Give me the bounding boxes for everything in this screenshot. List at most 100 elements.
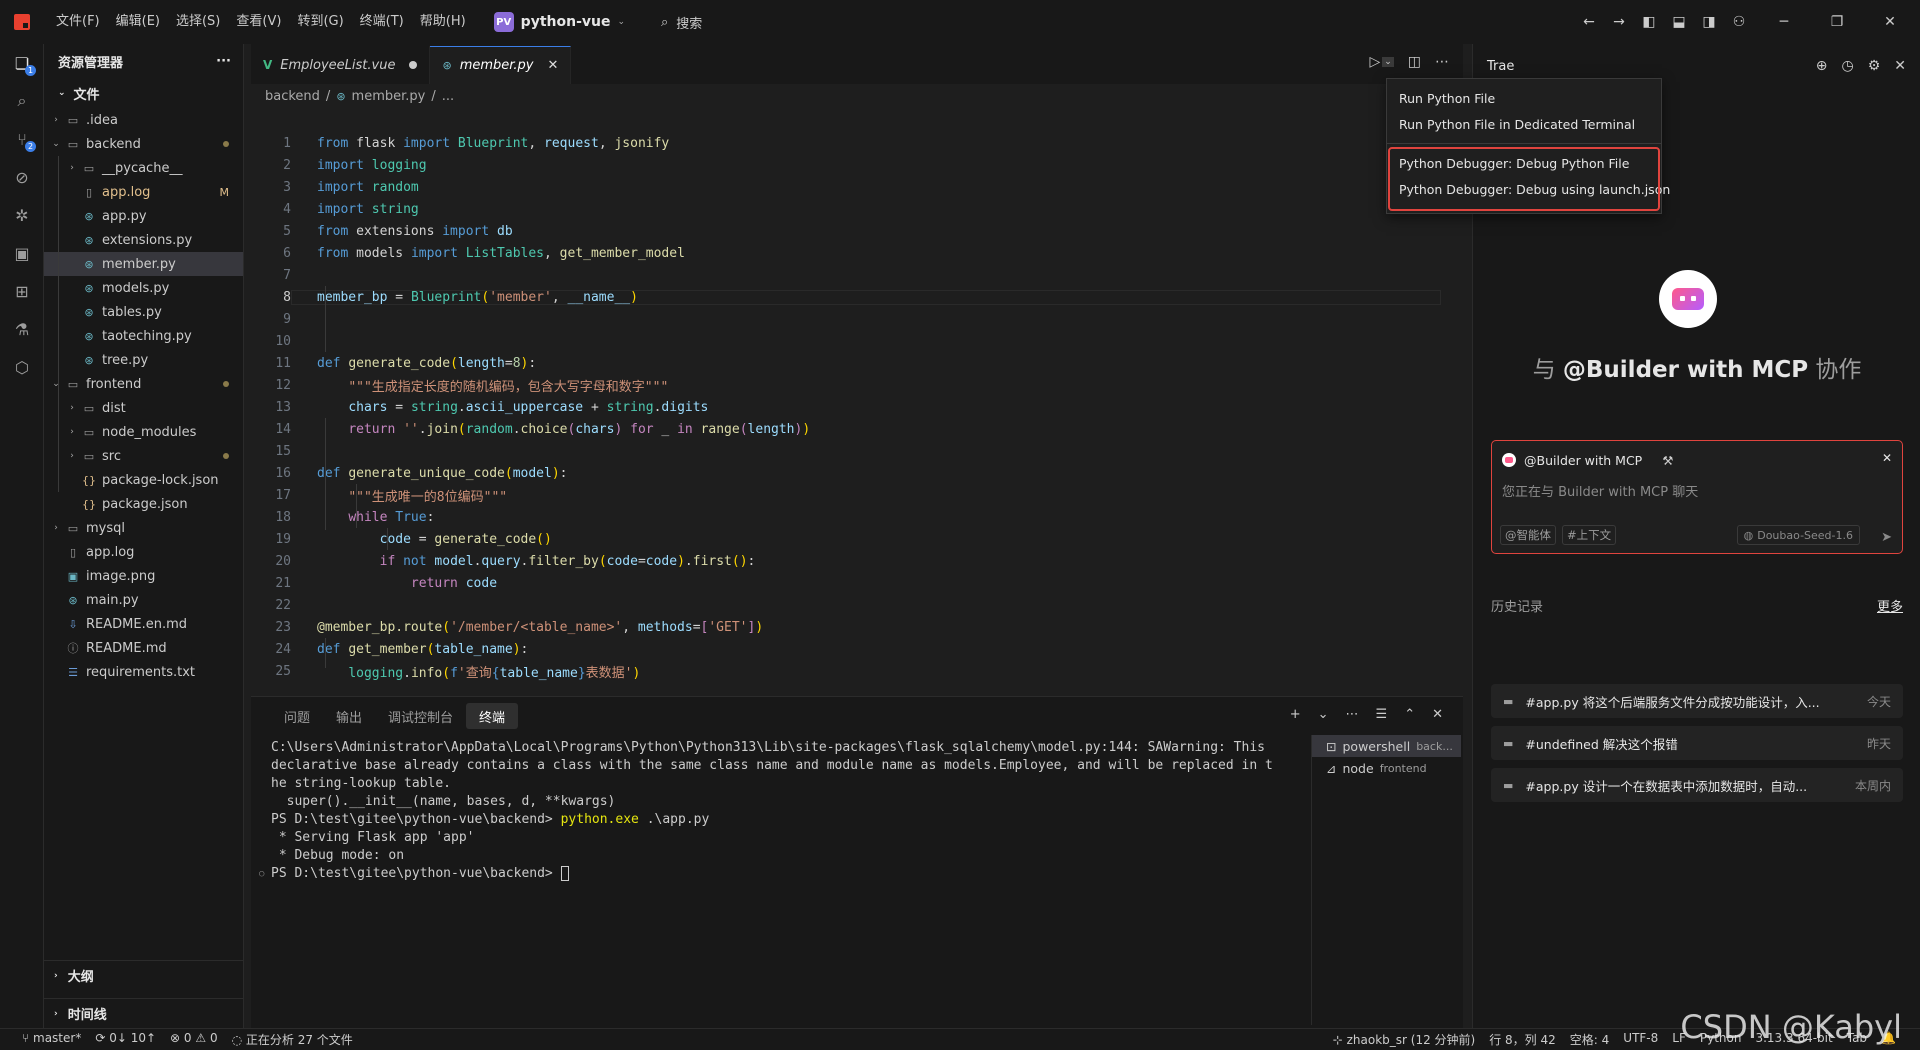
tree-item[interactable]: {} package-lock.json bbox=[44, 468, 243, 492]
code-line[interactable]: 18 while True: bbox=[251, 506, 1463, 528]
menu-item[interactable]: 查看(V) bbox=[228, 0, 289, 44]
history-item[interactable]: ▬ #undefined 解决这个报错 昨天 bbox=[1491, 726, 1903, 760]
code-line[interactable]: 3 import random bbox=[251, 176, 1463, 198]
more-actions-icon[interactable]: ⋯ bbox=[1435, 54, 1449, 70]
close-icon[interactable]: ✕ bbox=[1894, 58, 1906, 74]
command-search[interactable]: ⌕ 搜索 bbox=[661, 13, 702, 32]
tree-item[interactable]: › ▭ dist bbox=[44, 396, 243, 420]
close-tab-icon[interactable]: ✕ bbox=[548, 58, 559, 73]
settings-icon[interactable]: ⚙ bbox=[1868, 58, 1881, 74]
code-line[interactable]: 14 return ''.join(random.choice(chars) f… bbox=[251, 418, 1463, 440]
context-button[interactable]: #上下文 bbox=[1562, 525, 1617, 545]
source-control-icon[interactable]: ⑂ 2 bbox=[0, 120, 44, 158]
menu-item[interactable]: 编辑(E) bbox=[108, 0, 168, 44]
menu-item[interactable]: 文件(F) bbox=[48, 0, 108, 44]
tree-item[interactable]: ⓘ README.md bbox=[44, 636, 243, 660]
tree-item[interactable]: ⊛ tables.py bbox=[44, 300, 243, 324]
tree-item[interactable]: › ▭ src bbox=[44, 444, 243, 468]
run-python-button[interactable]: ▷ ⌄ bbox=[1369, 54, 1394, 70]
tree-item[interactable]: ⊛ app.py bbox=[44, 204, 243, 228]
tree-item[interactable]: ⊛ extensions.py bbox=[44, 228, 243, 252]
database-icon[interactable]: ⬡ bbox=[0, 348, 44, 386]
tree-item[interactable]: ▯ app.log M bbox=[44, 180, 243, 204]
toggle-sidebar-icon[interactable]: ◧ bbox=[1634, 14, 1664, 30]
workspace-section[interactable]: ⌄ 文件 bbox=[44, 78, 243, 108]
code-line[interactable]: 11 def generate_code(length=8): bbox=[251, 352, 1463, 374]
agent-button[interactable]: @智能体 bbox=[1500, 525, 1556, 545]
tree-item[interactable]: ⊛ member.py bbox=[44, 252, 243, 276]
tree-item[interactable]: › ▭ mysql bbox=[44, 516, 243, 540]
code-line[interactable]: 6 from models import ListTables, get_memb… bbox=[251, 242, 1463, 264]
extensions-icon[interactable]: ⊞ bbox=[0, 272, 44, 310]
restore-button[interactable]: ❐ bbox=[1814, 14, 1860, 30]
maximize-panel-icon[interactable]: ⌃ bbox=[1404, 707, 1415, 722]
code-line[interactable]: 21 return code bbox=[251, 572, 1463, 594]
explorer-icon[interactable]: ❏ 1 bbox=[0, 44, 44, 82]
more-icon[interactable]: ⋯ bbox=[1346, 707, 1359, 722]
forward-icon[interactable]: → bbox=[1604, 14, 1634, 30]
code-line[interactable]: 10 bbox=[251, 330, 1463, 352]
code-line[interactable]: 4 import string bbox=[251, 198, 1463, 220]
code-line[interactable]: 19 code = generate_code() bbox=[251, 528, 1463, 550]
minimize-button[interactable]: ─ bbox=[1754, 14, 1814, 30]
terminal-output[interactable]: C:\Users\Administrator\AppData\Local\Pro… bbox=[259, 739, 1311, 883]
agent-chip[interactable]: @Builder with MCP ⚒ bbox=[1502, 449, 1673, 471]
problems-status[interactable]: ⊗ 0 ⚠ 0 bbox=[170, 1031, 218, 1048]
close-window-button[interactable]: ✕ bbox=[1860, 14, 1920, 30]
code-editor[interactable]: 1 from flask import Blueprint, request, j… bbox=[251, 132, 1463, 684]
tree-item[interactable]: {} package.json bbox=[44, 492, 243, 516]
project-switcher[interactable]: PV python-vue ⌄ bbox=[493, 12, 625, 32]
code-line[interactable]: 8 member_bp = Blueprint('member', __name_… bbox=[251, 286, 1463, 308]
breadcrumb-file[interactable]: member.py bbox=[352, 89, 426, 104]
breadcrumb-symbol[interactable]: ... bbox=[442, 89, 454, 104]
remote-icon[interactable]: ⊘ bbox=[0, 158, 44, 196]
menu-item-run-dedicated-terminal[interactable]: Run Python File in Dedicated Terminal bbox=[1387, 111, 1661, 137]
code-line[interactable]: 26 if not ListTables.query.filter_by(tab… bbox=[251, 682, 1463, 684]
debug-icon[interactable]: ✲ bbox=[0, 196, 44, 234]
new-chat-icon[interactable]: ⊕ bbox=[1816, 58, 1828, 74]
encoding-status[interactable]: UTF-8 bbox=[1623, 1031, 1658, 1048]
tab-member-py[interactable]: ⊛ member.py ✕ bbox=[430, 46, 572, 84]
new-terminal-icon[interactable]: + bbox=[1290, 707, 1301, 722]
terminal-item-node[interactable]: ⊿ node frontend bbox=[1312, 757, 1461, 779]
code-line[interactable]: 16 def generate_unique_code(model): bbox=[251, 462, 1463, 484]
menu-item-run-python-file[interactable]: Run Python File bbox=[1387, 85, 1661, 111]
tree-item[interactable]: ⇩ README.en.md bbox=[44, 612, 243, 636]
send-icon[interactable]: ➤ bbox=[1881, 530, 1892, 545]
toggle-panel-icon[interactable]: ⬓ bbox=[1664, 14, 1694, 30]
mcp-tools-icon[interactable]: ⚒ bbox=[1662, 453, 1673, 468]
remote-explorer-icon[interactable]: ▣ bbox=[0, 234, 44, 272]
tree-item[interactable]: › ▭ __pycache__ bbox=[44, 156, 243, 180]
tree-item[interactable]: ⊛ taoteching.py bbox=[44, 324, 243, 348]
model-selector[interactable]: ◍ Doubao-Seed-1.6 bbox=[1736, 525, 1860, 545]
code-line[interactable]: 23 @member_bp.route('/member/<table_name>… bbox=[251, 616, 1463, 638]
branch-status[interactable]: ⑂ master* bbox=[22, 1031, 81, 1048]
history-item[interactable]: ▬ #app.py 将这个后端服务文件分成按功能设计，入... 今天 bbox=[1491, 684, 1903, 718]
tab-panel-0[interactable]: 问题 bbox=[271, 703, 323, 729]
chevron-down-icon[interactable]: ⌄ bbox=[1382, 57, 1394, 67]
indent-status[interactable]: 空格: 4 bbox=[1570, 1031, 1610, 1048]
cursor-position[interactable]: 行 8，列 42 bbox=[1489, 1031, 1556, 1048]
history-icon[interactable]: ◷ bbox=[1841, 58, 1853, 74]
code-line[interactable]: 25 logging.info(f'查询{table_name}表数据') bbox=[251, 660, 1463, 682]
code-line[interactable]: 7 bbox=[251, 264, 1463, 286]
account-icon[interactable]: ⚇ bbox=[1724, 14, 1754, 30]
sync-status[interactable]: ⟳ 0↓ 10↑ bbox=[95, 1031, 156, 1048]
tab-panel-2[interactable]: 调试控制台 bbox=[375, 703, 466, 729]
more-icon[interactable]: ··· bbox=[216, 54, 231, 69]
code-line[interactable]: 12 """生成指定长度的随机编码，包含大写字母和数字""" bbox=[251, 374, 1463, 396]
remove-agent-icon[interactable]: ✕ bbox=[1882, 451, 1892, 465]
tree-item[interactable]: › ▭ .idea bbox=[44, 108, 243, 132]
code-line[interactable]: 13 chars = string.ascii_uppercase + stri… bbox=[251, 396, 1463, 418]
menu-item[interactable]: 选择(S) bbox=[168, 0, 228, 44]
tab-employeelist-vue[interactable]: V EmployeeList.vue bbox=[251, 46, 431, 84]
split-terminal-icon[interactable]: ☰ bbox=[1376, 707, 1388, 722]
chat-placeholder[interactable]: 您正在与 Builder with MCP 聊天 bbox=[1502, 481, 1698, 500]
close-panel-icon[interactable]: ✕ bbox=[1432, 707, 1443, 722]
menu-item[interactable]: 转到(G) bbox=[289, 0, 351, 44]
timeline-section[interactable]: › 时间线 bbox=[44, 998, 244, 1028]
code-line[interactable]: 1 from flask import Blueprint, request, j… bbox=[251, 132, 1463, 154]
tree-item[interactable]: ⊛ tree.py bbox=[44, 348, 243, 372]
tree-item[interactable]: ⊛ main.py bbox=[44, 588, 243, 612]
back-icon[interactable]: ← bbox=[1574, 14, 1604, 30]
